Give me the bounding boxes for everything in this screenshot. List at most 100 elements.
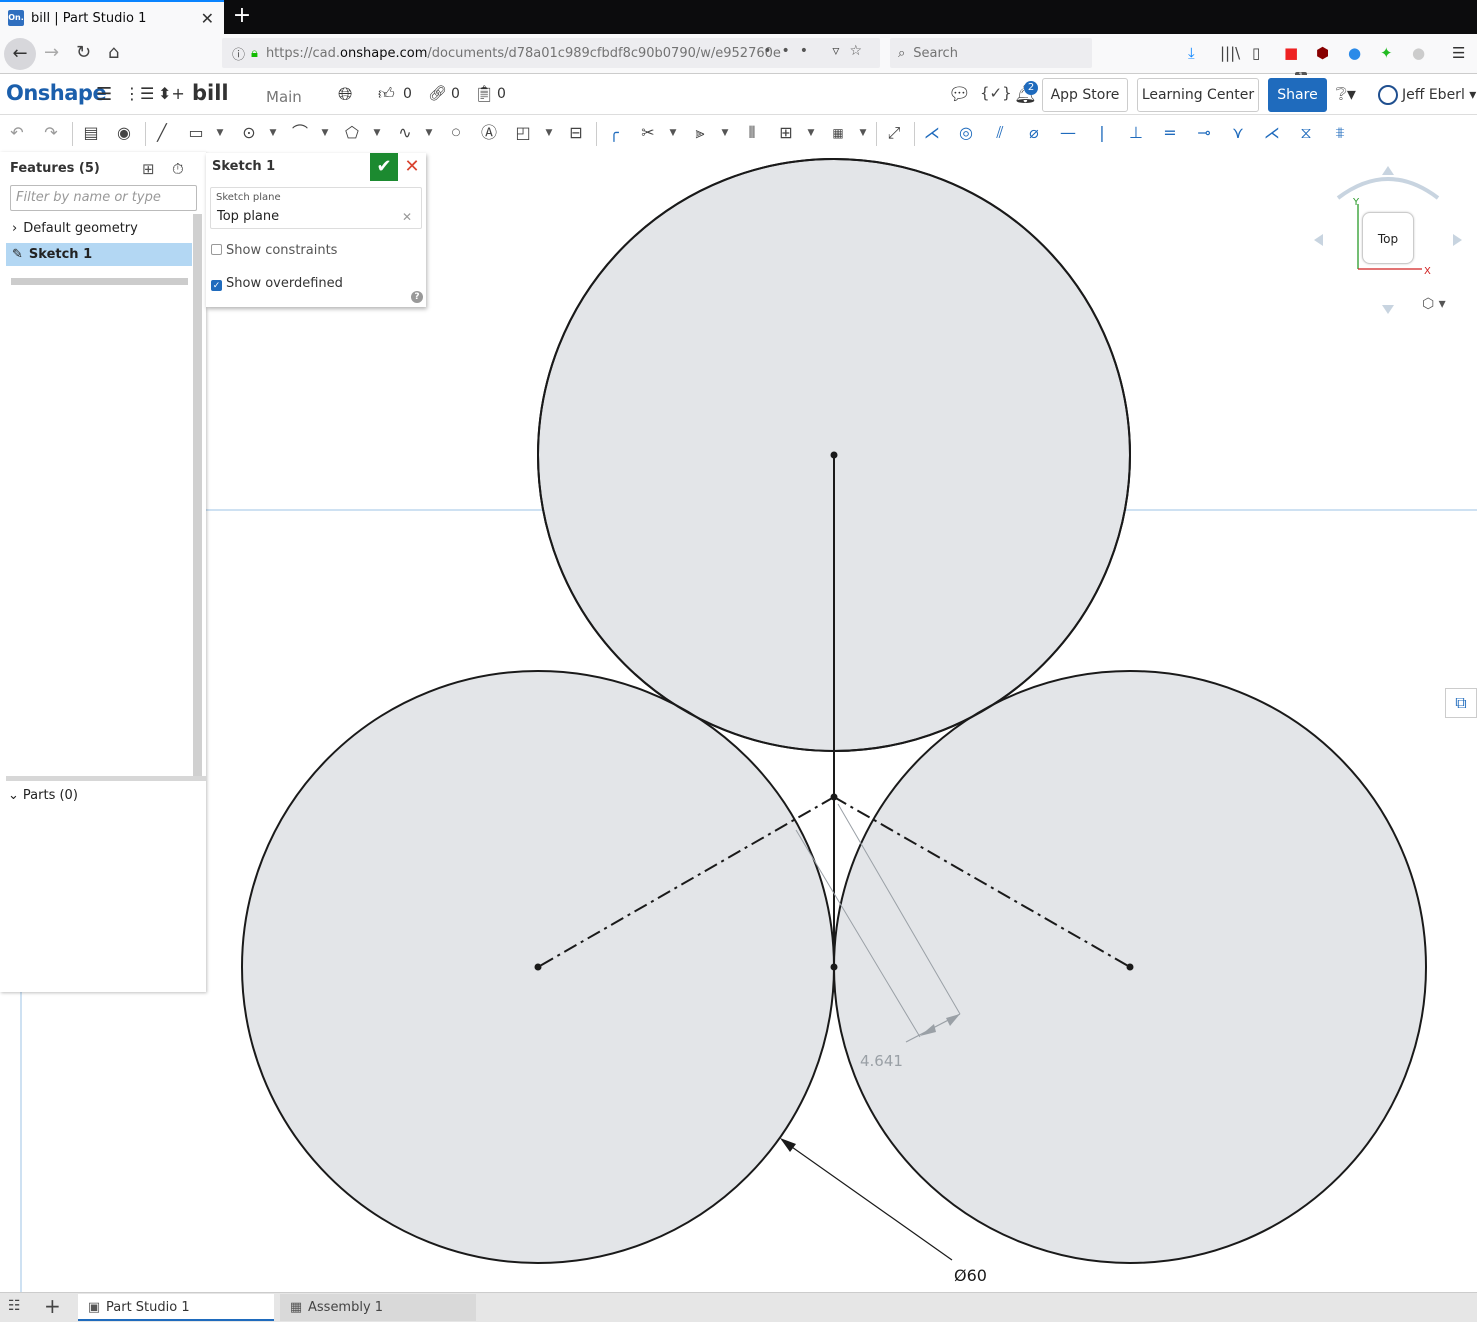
trim-tool-icon[interactable]: ✂ (637, 122, 659, 144)
new-tab-icon[interactable]: + (230, 3, 254, 28)
view-cube-top-face[interactable]: Top (1362, 212, 1414, 264)
parallel-constraint-icon[interactable]: ⫽ (989, 122, 1011, 144)
clear-icon[interactable]: ✕ (402, 210, 412, 224)
offset-tool-icon[interactable]: ⫸ (689, 122, 711, 144)
add-tab-icon[interactable]: + (44, 1294, 61, 1318)
menu-icon[interactable]: ☰ (1452, 43, 1465, 63)
sketch-icon[interactable]: ▤ (80, 122, 102, 144)
show-constraints-row[interactable]: Show constraints (211, 243, 337, 258)
chevron-down-icon[interactable]: ▼ (424, 122, 434, 144)
sketch-point[interactable] (830, 963, 838, 971)
branch-name[interactable]: Main (266, 88, 302, 106)
rectangle-tool-icon[interactable]: ▭ (185, 122, 207, 144)
hamburger-icon[interactable]: ☰ (96, 84, 112, 105)
globe-icon[interactable]: 🌐︎ (338, 84, 352, 105)
help-icon[interactable]: ❔︎▾ (1336, 84, 1356, 105)
panel-divider[interactable] (6, 776, 206, 781)
document-name[interactable]: bill (192, 81, 229, 105)
info-icon[interactable]: ⓘ (232, 44, 245, 63)
arrow-up-icon[interactable] (1382, 166, 1394, 175)
coincident-constraint-icon[interactable]: ⋌ (921, 122, 943, 144)
forward-icon[interactable]: → (44, 42, 59, 64)
midpoint-constraint-icon[interactable]: ⊸ (1193, 122, 1215, 144)
show-overdefined-checkbox[interactable]: ✓ (211, 280, 222, 291)
extension-ublock-icon[interactable]: ⬢ (1316, 43, 1329, 63)
user-menu[interactable]: Jeff Eberl ▾ (1378, 85, 1476, 105)
close-tab-icon[interactable]: ✕ (201, 9, 214, 28)
show-constraints-checkbox[interactable] (211, 244, 222, 255)
dimension-diameter-label[interactable]: Ø60 (954, 1266, 987, 1285)
feature-sketch-1[interactable]: ✎ Sketch 1 (6, 243, 192, 266)
horizontal-constraint-icon[interactable]: — (1057, 122, 1079, 144)
extension-green-icon[interactable]: ✦ (1380, 43, 1393, 63)
featurescript-icon[interactable]: {✓} (980, 84, 1012, 102)
chevron-down-icon[interactable]: ▼ (372, 122, 382, 144)
dimension-tool-icon[interactable]: ⤢ (883, 122, 905, 144)
copy-icon[interactable]: 📋︎ (474, 84, 494, 103)
pattern-tool-icon[interactable]: ⊞ (775, 122, 797, 144)
polygon-tool-icon[interactable]: ⬠ (341, 122, 363, 144)
tangent-constraint-icon[interactable]: ⌀ (1023, 122, 1045, 144)
sketch-drawing[interactable]: 4.641 Ø60 (0, 152, 1477, 1292)
point-tool-icon[interactable]: ○ (445, 122, 467, 144)
add-folder-icon[interactable]: ⊞ (142, 160, 155, 178)
sketch-point[interactable] (534, 963, 542, 971)
reload-icon[interactable]: ↻ (76, 42, 91, 64)
tab-manager-icon[interactable]: ☷ (8, 1298, 21, 1314)
pierce-constraint-icon[interactable]: ⋌ (1261, 122, 1283, 144)
vertical-constraint-icon[interactable]: | (1091, 122, 1113, 144)
undo-icon[interactable]: ↶ (6, 122, 28, 144)
arc-tool-icon[interactable]: ⌒ (289, 122, 311, 144)
rollback-bar[interactable] (11, 278, 188, 285)
insert-icon[interactable]: ⬍+ (158, 84, 185, 103)
perpendicular-constraint-icon[interactable]: ⊥ (1125, 122, 1147, 144)
page-actions-icon[interactable]: ••• ▿☆ (763, 43, 872, 59)
extension-lastpass-icon[interactable]: ■ (1284, 43, 1298, 63)
spline-tool-icon[interactable]: ∿ (394, 122, 416, 144)
dxf-import-icon[interactable]: ▦ (827, 122, 849, 144)
feature-list-scrollbar[interactable] (193, 214, 202, 778)
sketch-plane-field[interactable]: Sketch plane Top plane ✕ (210, 187, 422, 229)
dimension-offset-label[interactable]: 4.641 (860, 1052, 903, 1070)
tab-assembly-1[interactable]: ▦ Assembly 1 (280, 1294, 476, 1321)
mirror-tool-icon[interactable]: ⫴ (741, 122, 763, 144)
search-input[interactable]: ⌕ Search (890, 38, 1092, 68)
line-tool-icon[interactable]: ╱ (151, 122, 173, 144)
graphics-canvas[interactable]: 4.641 Ø60 (0, 152, 1477, 1292)
learning-center-button[interactable]: Learning Center (1137, 78, 1259, 112)
chevron-down-icon[interactable]: ▼ (544, 122, 554, 144)
arrow-left-icon[interactable] (1314, 234, 1323, 246)
parts-list-header[interactable]: ⌄ Parts (0) (8, 788, 78, 803)
chevron-down-icon[interactable]: ▼ (320, 122, 330, 144)
browser-tab[interactable]: On. bill | Part Studio 1 ✕ (0, 0, 224, 34)
help-icon[interactable]: ? (411, 291, 423, 303)
arrow-down-icon[interactable] (1382, 305, 1394, 314)
midpoint-line-icon[interactable]: ⊟ (565, 122, 587, 144)
appearance-panel-icon[interactable]: ⧉ (1445, 688, 1477, 718)
feature-default-geometry[interactable]: › Default geometry (6, 217, 192, 240)
rotate-arc-icon[interactable] (1336, 177, 1440, 200)
fillet-tool-icon[interactable]: ╭ (603, 122, 625, 144)
normal-constraint-icon[interactable]: ⋎ (1227, 122, 1249, 144)
chevron-right-icon[interactable]: › (12, 221, 17, 236)
extension-zoom-icon[interactable]: ● (1348, 43, 1361, 63)
view-options-icon[interactable]: ⬡ ▾ (1422, 296, 1446, 312)
circle-tool-icon[interactable]: ⊙ (238, 122, 260, 144)
sketch-point[interactable] (830, 451, 838, 459)
version-graph-icon[interactable]: ⋮☰ (124, 84, 154, 103)
link-icon[interactable]: 🔗︎ (428, 84, 447, 102)
chevron-down-icon[interactable]: ▼ (858, 122, 868, 144)
app-store-button[interactable]: App Store (1042, 78, 1128, 112)
sketch-point[interactable] (830, 793, 838, 801)
like-icon[interactable]: 👍︎ (378, 84, 395, 104)
redo-icon[interactable]: ↷ (40, 122, 62, 144)
comment-icon[interactable]: 💬︎ (948, 84, 971, 105)
chevron-down-icon[interactable]: ▼ (806, 122, 816, 144)
sidebar-icon[interactable]: ▯ (1252, 43, 1260, 63)
library-icon[interactable]: |||\ (1220, 43, 1240, 63)
share-button[interactable]: Share (1268, 78, 1327, 112)
home-icon[interactable]: ⌂ (108, 42, 119, 64)
filter-features-input[interactable]: Filter by name or type (10, 185, 197, 211)
download-icon[interactable]: ⤓ (1188, 43, 1195, 63)
extension-grey-icon[interactable]: ● (1412, 43, 1425, 63)
